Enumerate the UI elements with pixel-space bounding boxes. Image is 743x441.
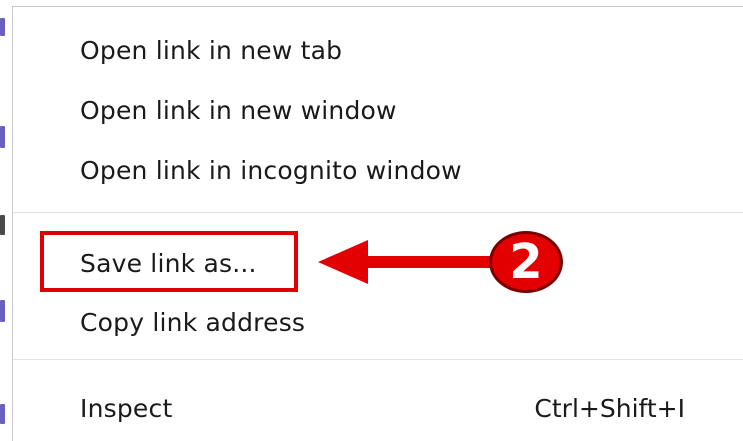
menu-item-label: Open link in new window xyxy=(80,95,397,125)
menu-separator xyxy=(13,212,743,213)
menu-item-shortcut: Ctrl+Shift+I xyxy=(534,393,685,423)
menu-item-label: Copy link address xyxy=(80,307,306,337)
background-text-fragment xyxy=(0,126,5,148)
background-text-fragment xyxy=(0,18,5,36)
menu-item-open-new-tab[interactable]: Open link in new tab xyxy=(13,24,743,76)
menu-item-label: Save link as... xyxy=(80,248,257,278)
screenshot-stage: Open link in new tab Open link in new wi… xyxy=(0,0,743,441)
link-context-menu: Open link in new tab Open link in new wi… xyxy=(12,6,743,441)
menu-item-copy-link-address[interactable]: Copy link address xyxy=(13,296,743,348)
background-text-fragment xyxy=(0,215,5,235)
background-text-fragment xyxy=(0,404,5,424)
menu-item-inspect[interactable]: Inspect Ctrl+Shift+I xyxy=(13,382,743,434)
menu-separator xyxy=(13,359,743,360)
menu-item-label: Open link in new tab xyxy=(80,35,343,65)
menu-item-open-incognito-window[interactable]: Open link in incognito window xyxy=(13,144,743,196)
menu-item-label: Inspect xyxy=(80,393,173,423)
menu-item-open-new-window[interactable]: Open link in new window xyxy=(13,84,743,136)
background-page-edge xyxy=(0,0,12,441)
menu-item-save-link-as[interactable]: Save link as... xyxy=(13,237,743,289)
menu-item-label: Open link in incognito window xyxy=(80,155,462,185)
background-text-fragment xyxy=(0,300,5,322)
